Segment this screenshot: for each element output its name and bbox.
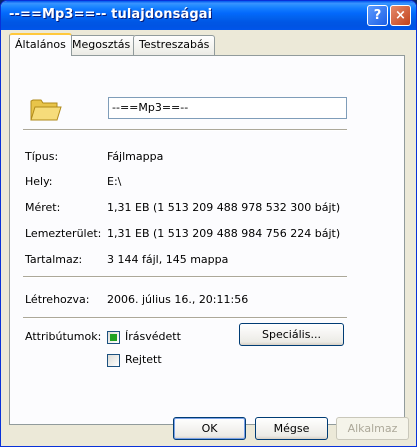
title-bar[interactable]: --==Mp3==-- tulajdonságai ? × <box>1 1 416 30</box>
advanced-button[interactable]: Speciális... <box>239 323 344 346</box>
location-value: E:\ <box>107 175 122 188</box>
size-on-disk-label: Lemezterület: <box>25 227 102 240</box>
created-label: Létrehozva: <box>25 293 90 306</box>
separator <box>23 276 347 278</box>
contains-value: 3 144 fájl, 145 mappa <box>107 253 229 266</box>
properties-window: --==Mp3==-- tulajdonságai ? × Általános … <box>0 0 417 447</box>
contains-label: Tartalmaz: <box>25 253 83 266</box>
type-value: Fájlmappa <box>107 150 164 163</box>
separator <box>23 129 347 131</box>
readonly-checkbox[interactable] <box>107 331 120 344</box>
size-value: 1,31 EB (1 513 209 488 978 532 300 bájt) <box>107 201 341 214</box>
ok-button[interactable]: OK <box>173 417 246 440</box>
type-label: Típus: <box>25 150 59 163</box>
close-icon[interactable]: × <box>390 5 411 26</box>
apply-button[interactable]: Alkalmaz <box>336 417 409 440</box>
hidden-label[interactable]: Rejtett <box>125 353 162 366</box>
folder-icon <box>30 99 62 121</box>
size-on-disk-value: 1,31 EB (1 513 209 488 984 756 224 bájt) <box>107 227 341 240</box>
window-title: --==Mp3==-- tulajdonságai <box>9 7 213 22</box>
separator <box>23 317 347 319</box>
folder-name-input[interactable]: --==Mp3==-- <box>108 97 347 119</box>
help-icon[interactable]: ? <box>367 5 388 26</box>
attributes-label: Attribútumok: <box>25 330 102 343</box>
cancel-button[interactable]: Mégse <box>255 417 328 440</box>
tab-sharing[interactable]: Megosztás <box>66 35 137 55</box>
dialog-client: Általános Megosztás Testreszabás --==Mp3… <box>4 30 413 444</box>
general-panel: --==Mp3==-- Típus: Fájlmappa Hely: E:\ M… <box>9 55 405 425</box>
size-label: Méret: <box>25 201 61 214</box>
created-value: 2006. július 16., 20:11:56 <box>107 293 249 306</box>
hidden-checkbox[interactable] <box>107 354 120 367</box>
readonly-label[interactable]: Írásvédett <box>125 330 181 343</box>
tab-customize[interactable]: Testreszabás <box>133 35 216 55</box>
tab-general[interactable]: Általános <box>9 33 72 56</box>
location-label: Hely: <box>25 175 53 188</box>
